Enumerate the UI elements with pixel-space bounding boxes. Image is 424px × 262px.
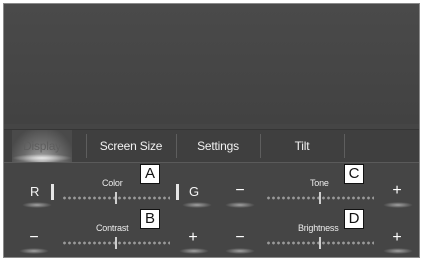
button-glow [182, 202, 212, 208]
brightness-slider[interactable] [266, 237, 374, 249]
tone-plus-button[interactable]: + [386, 182, 408, 200]
tone-minus-button[interactable]: − [229, 182, 251, 200]
slider-divider [176, 184, 179, 200]
button-glow [19, 248, 49, 254]
tab-screen-size[interactable]: Screen Size [86, 130, 176, 162]
button-glow [383, 248, 413, 254]
tone-slider[interactable] [266, 192, 374, 204]
color-g-label: G [189, 184, 200, 199]
display-screen: Display Screen Size Settings Tilt R Colo… [3, 3, 420, 258]
callout-a: A [140, 164, 160, 184]
contrast-slider[interactable] [62, 237, 170, 249]
button-glow [383, 202, 413, 208]
button-glow [179, 248, 209, 254]
contrast-plus-button[interactable]: + [182, 229, 204, 247]
callout-b: B [140, 209, 160, 229]
callout-c: C [344, 164, 364, 184]
button-glow [22, 202, 52, 208]
button-glow [225, 202, 255, 208]
brightness-plus-button[interactable]: + [386, 229, 408, 247]
color-r-label: R [30, 184, 40, 199]
preview-area [4, 4, 419, 124]
contrast-label: Contrast [96, 223, 129, 233]
tone-label: Tone [310, 178, 329, 188]
contrast-minus-button[interactable]: − [23, 229, 45, 247]
color-slider[interactable] [62, 192, 170, 204]
callout-d: D [344, 209, 364, 229]
button-glow [225, 248, 255, 254]
brightness-label: Brightness [298, 223, 339, 233]
tab-divider [344, 134, 345, 158]
slider-divider [51, 184, 54, 200]
color-label: Color [102, 178, 123, 188]
tab-settings[interactable]: Settings [176, 130, 260, 162]
brightness-minus-button[interactable]: − [229, 229, 251, 247]
active-tab-glow [12, 154, 72, 162]
tab-tilt[interactable]: Tilt [260, 130, 344, 162]
